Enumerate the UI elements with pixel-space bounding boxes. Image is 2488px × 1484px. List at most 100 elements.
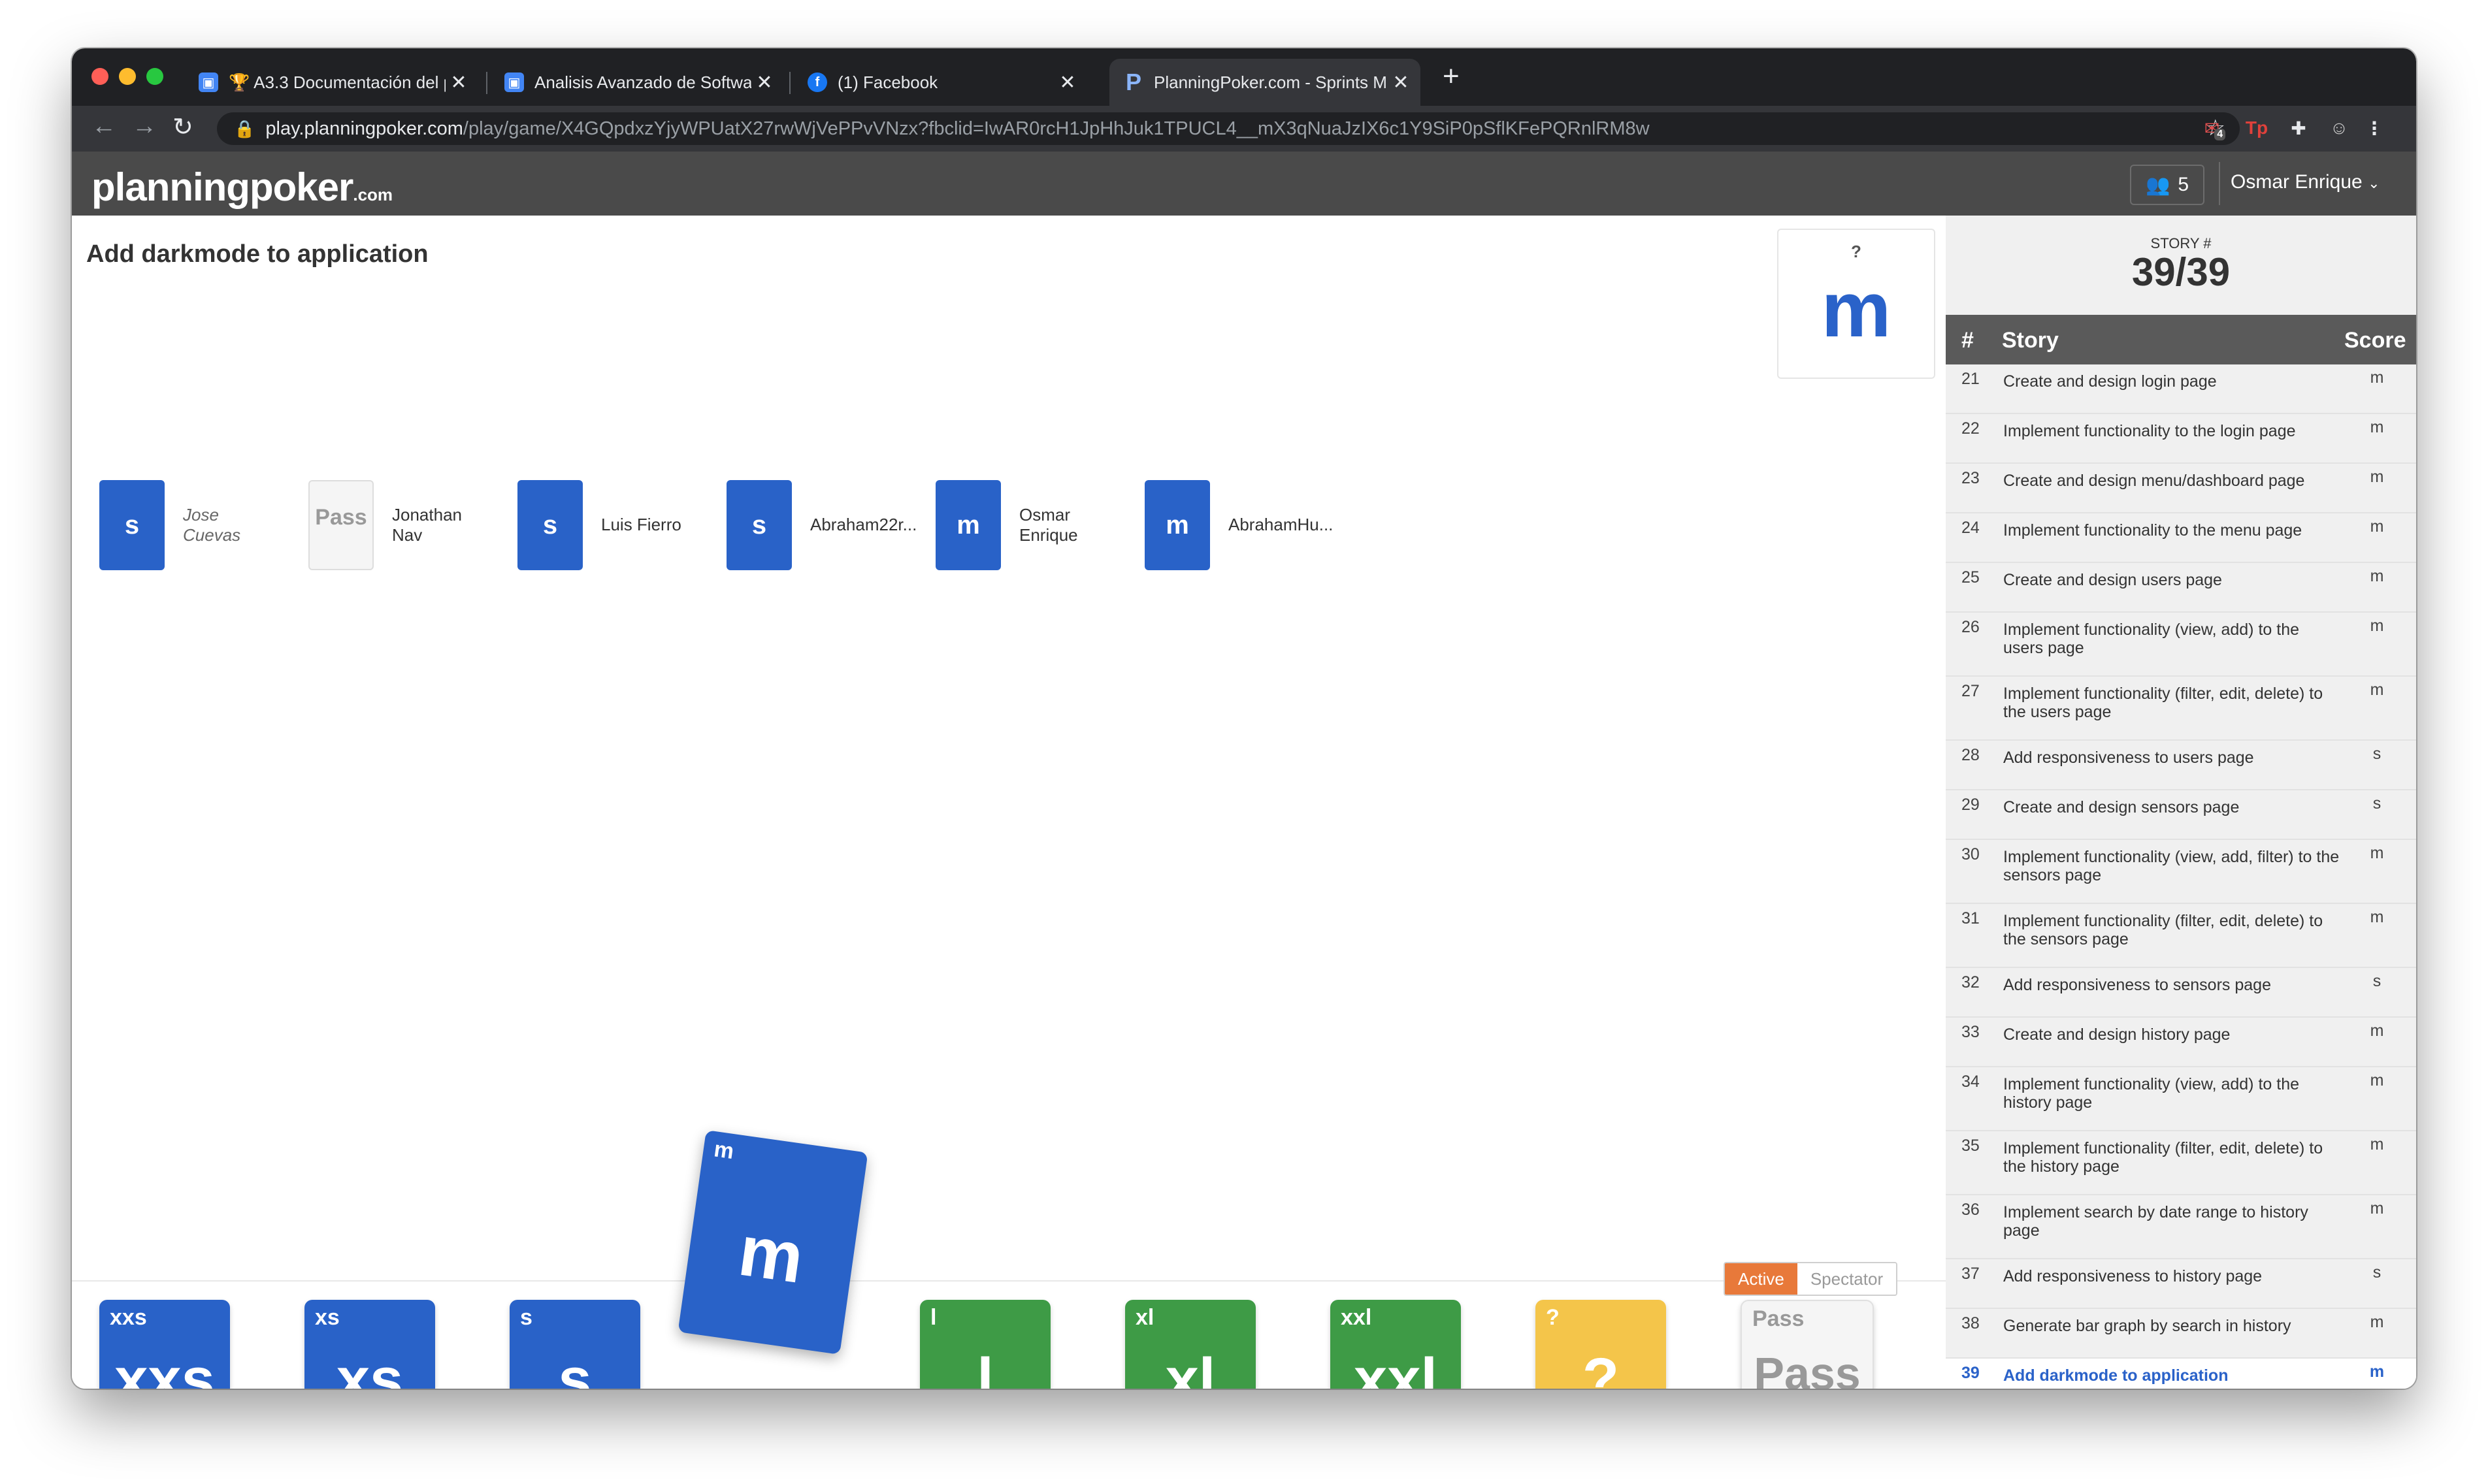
browser-window: ▣ 🏆 A3.3 Documentación del pr ✕ ▣ Analis…: [72, 48, 2416, 1389]
deck-card-xl[interactable]: xl xl: [1125, 1300, 1256, 1389]
story-number-cell: 23: [1961, 469, 1980, 487]
user-menu[interactable]: Osmar Enrique ⌄: [2231, 171, 2380, 193]
active-toggle[interactable]: Active: [1725, 1263, 1797, 1295]
browser-tab[interactable]: f (1) Facebook ✕: [793, 59, 1087, 106]
story-row[interactable]: 27 Implement functionality (filter, edit,…: [1946, 677, 2416, 741]
story-row[interactable]: 39 Add darkmode to application m: [1946, 1359, 2416, 1389]
story-row[interactable]: 29 Create and design sensors page s: [1946, 790, 2416, 840]
puzzle-extensions-icon[interactable]: ✚: [2287, 116, 2310, 140]
chevron-down-icon: ⌄: [2368, 175, 2380, 191]
story-text: Add darkmode to application: [2003, 1366, 2229, 1385]
card-value: xs: [336, 1346, 404, 1389]
story-score: m: [2370, 1313, 2384, 1331]
story-row[interactable]: 37 Add responsiveness to history page s: [1946, 1259, 2416, 1309]
card-corner-label: Pass: [1752, 1306, 1805, 1331]
story-row[interactable]: 35 Implement functionality (filter, edit,…: [1946, 1131, 2416, 1195]
story-row[interactable]: 25 Create and design users page m: [1946, 563, 2416, 613]
story-text: Implement functionality to the menu page: [2003, 521, 2302, 540]
story-row[interactable]: 21 Create and design login page m: [1946, 364, 2416, 414]
help-icon[interactable]: ?: [1778, 242, 1934, 262]
deck-card-xs[interactable]: xs xs: [304, 1300, 435, 1389]
deck-card-s[interactable]: ss: [510, 1300, 640, 1389]
story-number-cell: 24: [1961, 519, 1980, 537]
player-slot: s Abraham22r...: [727, 479, 917, 571]
back-icon[interactable]: ←: [91, 112, 116, 140]
close-window-button[interactable]: [91, 68, 108, 85]
story-row[interactable]: 38 Generate bar graph by search in histor…: [1946, 1309, 2416, 1359]
played-card: m: [1145, 480, 1210, 570]
story-row[interactable]: 30 Implement functionality (view, add, fi…: [1946, 840, 2416, 904]
story-row[interactable]: 32 Add responsiveness to sensors page s: [1946, 968, 2416, 1018]
classroom-icon: ▣: [504, 73, 524, 92]
col-story: Story: [2002, 328, 2059, 353]
users-count: 5: [2178, 174, 2189, 195]
deck-card-pass[interactable]: Pass Pass: [1741, 1300, 1874, 1389]
player-name: AbrahamHu...: [1228, 515, 1334, 535]
users-icon: 👥: [2145, 174, 2170, 196]
player-name: Jose Cuevas: [183, 504, 241, 545]
lock-icon: 🔒: [234, 118, 255, 138]
forward-icon[interactable]: →: [132, 112, 157, 140]
deck-card-m[interactable]: mm: [678, 1130, 868, 1355]
story-row[interactable]: 22 Implement functionality to the login p…: [1946, 414, 2416, 464]
browser-tab[interactable]: ▣ Analisis Avanzado de Software ✕: [490, 59, 784, 106]
maximize-window-button[interactable]: [146, 68, 163, 85]
story-number-cell: 33: [1961, 1023, 1980, 1041]
extension-icon[interactable]: ✉ 4: [2203, 116, 2227, 140]
minimize-window-button[interactable]: [119, 68, 136, 85]
card-value: s: [558, 1346, 592, 1389]
story-title: Add darkmode to application: [86, 240, 429, 268]
browser-menu-icon[interactable]: ⋮: [2363, 116, 2386, 140]
story-row[interactable]: 23 Create and design menu/dashboard page m: [1946, 464, 2416, 513]
story-row[interactable]: 34 Implement functionality (view, add) to…: [1946, 1067, 2416, 1131]
story-text: Implement functionality (view, add) to t…: [2003, 621, 2300, 657]
new-tab-button[interactable]: +: [1443, 60, 1460, 93]
story-row[interactable]: 28 Add responsiveness to users page s: [1946, 741, 2416, 790]
close-tab-icon[interactable]: ✕: [1055, 71, 1081, 94]
player-name: Osmar Enrique: [1019, 504, 1078, 545]
spectator-toggle[interactable]: Spectator: [1797, 1263, 1897, 1295]
mode-toggle[interactable]: Active Spectator: [1724, 1262, 1898, 1296]
card-corner-label: ?: [1546, 1305, 1560, 1330]
planningpoker-logo[interactable]: planningpoker.com: [91, 165, 393, 210]
story-text: Add responsiveness to sensors page: [2003, 976, 2271, 994]
story-text: Create and design sensors page: [2003, 798, 2240, 816]
story-number-cell: 22: [1961, 419, 1980, 438]
player-slot: m Osmar Enrique: [936, 479, 1117, 571]
story-text: Generate bar graph by search in history: [2003, 1317, 2291, 1335]
story-row[interactable]: 26 Implement functionality (view, add) to…: [1946, 613, 2416, 677]
player-slot: s Luis Fierro: [517, 479, 681, 571]
close-tab-icon[interactable]: ✕: [446, 71, 472, 94]
deck-card-xxs[interactable]: xxs xxs: [99, 1300, 230, 1389]
story-text: Create and design login page: [2003, 372, 2217, 391]
close-tab-icon[interactable]: ✕: [751, 71, 778, 94]
address-bar[interactable]: 🔒 play.planningpoker.com/play/game/X4GQp…: [217, 112, 2240, 145]
story-row[interactable]: 24 Implement functionality to the menu pa…: [1946, 513, 2416, 563]
story-number-cell: 26: [1961, 618, 1980, 636]
browser-tab[interactable]: ▣ 🏆 A3.3 Documentación del pr ✕: [184, 59, 478, 106]
deck-card-l[interactable]: ll: [920, 1300, 1051, 1389]
browser-tab-active[interactable]: P PlanningPoker.com - Sprints M ✕: [1109, 59, 1420, 106]
story-row[interactable]: 36 Implement search by date range to hist…: [1946, 1195, 2416, 1259]
story-row[interactable]: 31 Implement functionality (filter, edit,…: [1946, 904, 2416, 968]
played-card: Pass: [308, 480, 374, 570]
users-button[interactable]: 👥 5: [2130, 165, 2204, 205]
deck-card-question[interactable]: ??: [1535, 1300, 1666, 1389]
played-card: s: [517, 480, 583, 570]
profile-avatar-icon[interactable]: ☺: [2327, 116, 2351, 140]
story-row[interactable]: 33 Create and design history page m: [1946, 1018, 2416, 1067]
story-list: 21 Create and design login page m 22 Impleme…: [1946, 364, 2416, 1389]
player-slot: m AbrahamHu...: [1145, 479, 1334, 571]
close-tab-icon[interactable]: ✕: [1388, 71, 1414, 94]
col-score: Score: [2344, 328, 2406, 353]
card-corner-label: xxl: [1341, 1305, 1372, 1330]
url-host: play.planningpoker.com: [265, 118, 463, 139]
reload-icon[interactable]: ↻: [172, 112, 193, 142]
tp-extension-icon[interactable]: Tp: [2245, 116, 2268, 140]
result-value: m: [1821, 266, 1891, 353]
deck-card-xxl[interactable]: xxl xxl: [1330, 1300, 1461, 1389]
story-score: m: [2370, 517, 2384, 536]
story-score: m: [2370, 468, 2384, 486]
story-score: m: [2370, 681, 2384, 699]
story-score: m: [2370, 617, 2384, 635]
